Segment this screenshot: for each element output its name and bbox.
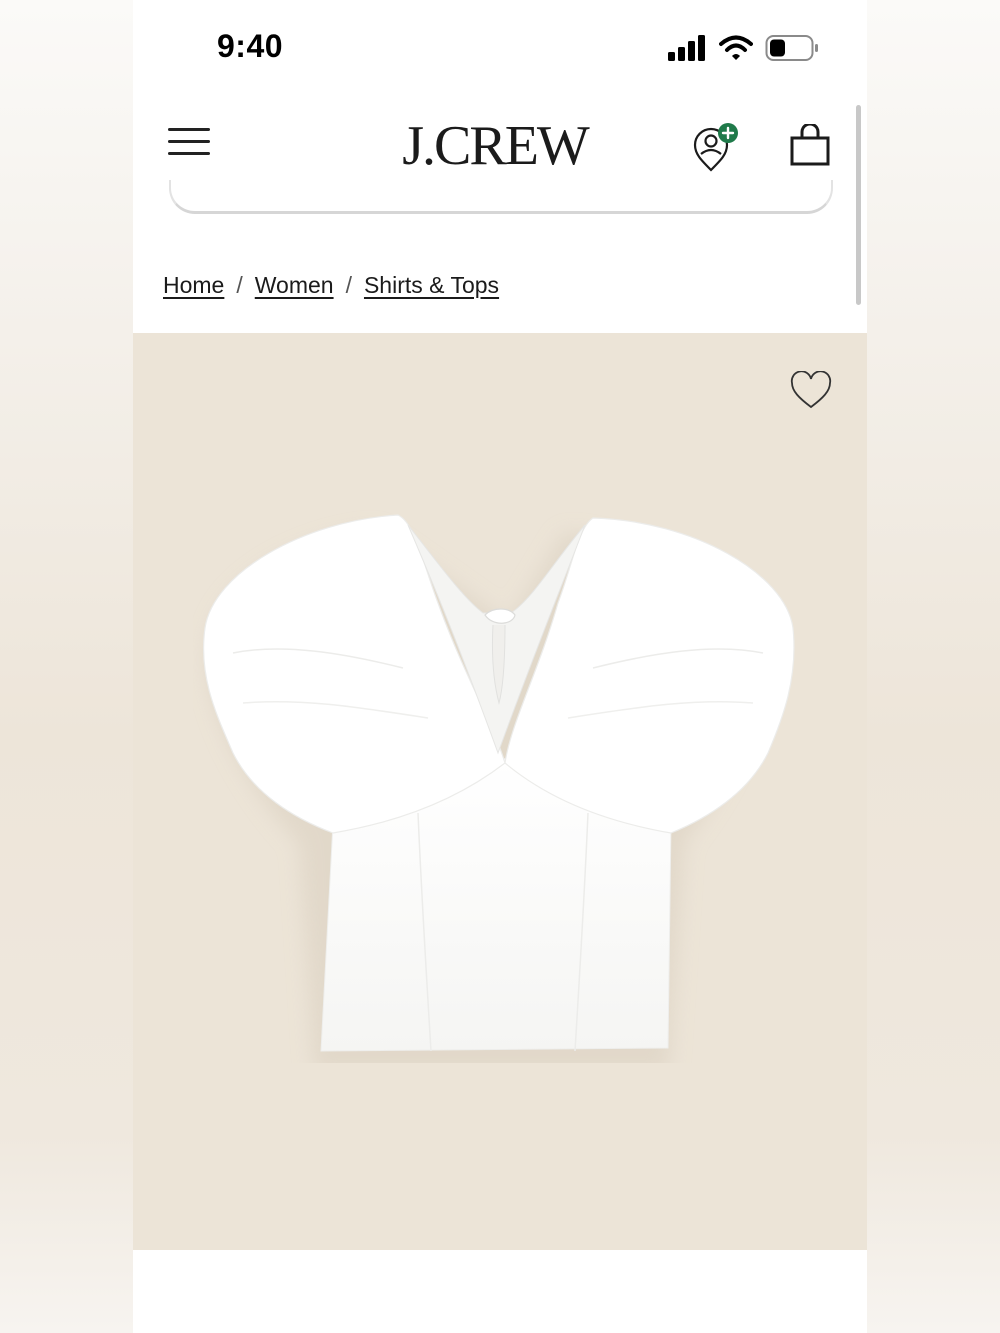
breadcrumb-separator: /: [236, 272, 243, 298]
product-details-peek: [133, 1250, 867, 1333]
wifi-icon: [719, 35, 753, 60]
account-add-icon[interactable]: [689, 122, 743, 176]
scrollbar[interactable]: [856, 105, 861, 305]
product-image[interactable]: [133, 333, 867, 1250]
status-icons: [667, 34, 819, 62]
cellular-signal-icon: [668, 35, 705, 61]
search-bar-edge: [169, 180, 833, 214]
brand-logo[interactable]: J.CREW: [388, 114, 602, 178]
breadcrumb-shirts-tops[interactable]: Shirts & Tops: [364, 272, 499, 299]
breadcrumb-home[interactable]: Home: [163, 272, 224, 299]
battery-icon: [765, 35, 818, 61]
product-garment-illustration: [203, 514, 795, 1063]
status-time: 9:40: [217, 28, 284, 64]
shopping-bag-icon[interactable]: [788, 122, 832, 168]
background-right: [867, 0, 1000, 1333]
hamburger-menu-icon[interactable]: [168, 128, 212, 158]
breadcrumb-separator: /: [345, 272, 352, 298]
breadcrumb-women[interactable]: Women: [255, 272, 334, 299]
phone-screen: 9:40 J.CREW Home / Women / Shirts & Tops: [133, 0, 867, 1333]
breadcrumb: Home / Women / Shirts & Tops: [163, 272, 499, 299]
heart-icon[interactable]: [789, 370, 833, 411]
status-bar: 9:40: [133, 0, 867, 95]
background-left: [0, 0, 133, 1333]
